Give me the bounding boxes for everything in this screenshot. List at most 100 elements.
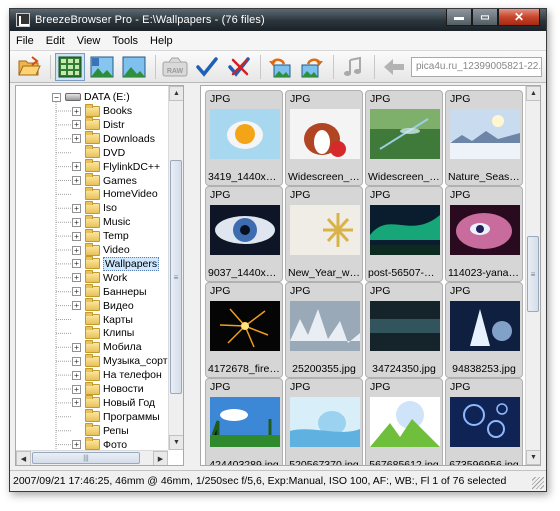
expand-icon[interactable]: + [72, 120, 81, 130]
tree-root-drive[interactable]: − DATA (E:) [52, 90, 130, 104]
menu-help[interactable]: Help [144, 35, 179, 47]
thumbnail-tile[interactable]: JPG 34724350.jpg [365, 282, 443, 378]
expand-icon[interactable]: + [72, 384, 81, 394]
thumbnail-tile[interactable]: JPG 114023-yana.jpg [445, 186, 523, 282]
thumbnail-grid-button[interactable] [55, 52, 85, 81]
thumbnail-tile[interactable]: JPG 520567370.jpg [285, 378, 363, 465]
tree-item[interactable]: + Новый Год [72, 395, 155, 410]
thumbnail-tile[interactable]: JPG 9037_1440x900 [205, 186, 283, 282]
tree-item[interactable]: + Books [72, 103, 132, 118]
expand-icon[interactable]: + [72, 398, 81, 408]
expand-icon[interactable]: + [72, 370, 81, 380]
thumbnail-tile[interactable]: JPG New_Year_wall... [285, 186, 363, 282]
expand-icon[interactable]: + [72, 162, 81, 172]
menu-view[interactable]: View [71, 35, 107, 47]
tree-item[interactable]: DVD [72, 145, 125, 160]
close-button[interactable]: ✕ [498, 9, 540, 26]
full-preview-button[interactable] [119, 53, 149, 81]
scroll-right-icon[interactable]: ▶ [153, 451, 168, 465]
tree-item[interactable]: Программы [72, 409, 160, 424]
tree-horizontal-scrollbar[interactable]: ◀ ||| ▶ [16, 450, 168, 465]
tree-item[interactable]: Карты [72, 312, 133, 327]
thumbnail-tile[interactable]: JPG 94838253.jpg [445, 282, 523, 378]
collapse-icon[interactable]: − [52, 92, 61, 102]
tree-scroll-thumb[interactable]: ≡ [170, 160, 182, 394]
expand-icon[interactable]: + [72, 245, 81, 255]
expand-icon[interactable]: + [72, 273, 81, 283]
tree-item[interactable]: + Downloads [72, 131, 155, 146]
thumbs-scroll-thumb[interactable]: ≡ [527, 236, 539, 312]
scroll-up-icon[interactable]: ▲ [526, 86, 540, 101]
thumbnail-tile[interactable]: JPG 25200355.jpg [285, 282, 363, 378]
menu-edit[interactable]: Edit [40, 35, 71, 47]
tree-item[interactable]: + Музыка_сорт [72, 353, 168, 368]
raw-button[interactable]: RAW [160, 53, 190, 81]
expand-icon[interactable]: + [72, 106, 81, 116]
tree-item[interactable]: HomeVideo [72, 186, 158, 201]
expand-icon[interactable]: + [72, 203, 81, 213]
tree-item[interactable]: + Music [72, 214, 130, 229]
thumbnail-tile[interactable]: JPG 4172678_firefly-... [205, 282, 283, 378]
expand-icon[interactable]: + [72, 301, 81, 311]
back-button[interactable] [379, 53, 409, 81]
title-bar[interactable]: BreezeBrowser Pro - E:\Wallpapers - (76 … [10, 9, 546, 31]
pane-splitter[interactable] [185, 85, 199, 466]
tree-item[interactable]: + Distr [72, 117, 125, 132]
unmark-button[interactable] [224, 53, 254, 81]
minimize-button[interactable]: ▬ [446, 9, 472, 26]
single-preview-button[interactable] [87, 53, 117, 81]
menu-tools[interactable]: Tools [106, 35, 144, 47]
menu-file[interactable]: File [10, 35, 40, 47]
thumbnail-tile[interactable]: JPG 3419_1440x900 [205, 90, 283, 186]
scroll-left-icon[interactable]: ◀ [16, 451, 31, 465]
maximize-button[interactable]: ▭ [472, 9, 498, 26]
thumbnail-format: JPG [370, 189, 391, 201]
expand-icon[interactable]: + [72, 217, 81, 227]
thumbnail-tile[interactable]: JPG 673596956.jpg [445, 378, 523, 465]
thumbnail-tile[interactable]: JPG 424403289.jpg [205, 378, 283, 465]
thumbnail-tile[interactable]: JPG Nature_Season... [445, 90, 523, 186]
tree-item[interactable]: + Games [72, 173, 137, 188]
tree-item[interactable]: + Work [72, 270, 127, 285]
tree-item[interactable]: + Видео [72, 298, 134, 313]
expand-icon[interactable]: + [72, 342, 81, 352]
tree-item[interactable]: + Temp [72, 228, 129, 243]
audio-button[interactable] [338, 53, 368, 81]
rotate-right-button[interactable] [297, 53, 327, 81]
mark-button[interactable] [192, 53, 222, 81]
thumbs-vertical-scrollbar[interactable]: ▲ ≡ ▼ [525, 86, 540, 465]
filename-field[interactable]: pica4u.ru_12399005821-22.jpg [411, 57, 542, 77]
tree-item[interactable]: + FlylinkDC++ [72, 159, 160, 174]
resize-grip-icon[interactable] [532, 477, 544, 489]
folder-icon [85, 131, 100, 145]
tree-item[interactable]: + Мобила [72, 339, 142, 354]
tree-vertical-scrollbar[interactable]: ▲ ≡ ▼ [168, 86, 183, 450]
scroll-down-icon[interactable]: ▼ [169, 435, 183, 450]
thumbnail-tile[interactable]: JPG Widescreen_Dr... [365, 90, 443, 186]
rotate-left-button[interactable] [265, 53, 295, 81]
expand-icon[interactable]: + [72, 287, 81, 297]
tree-item[interactable]: + Новости [72, 381, 144, 396]
tree-hscroll-thumb[interactable]: ||| [32, 452, 140, 464]
thumbnail-tile[interactable]: JPG 567685612.jpg [365, 378, 443, 465]
tree-item[interactable]: + Video [72, 242, 130, 257]
expand-icon[interactable]: + [72, 259, 81, 269]
thumbnail-tile[interactable]: JPG post-56507-123... [365, 186, 443, 282]
open-folder-button[interactable] [14, 53, 44, 81]
scroll-down-icon[interactable]: ▼ [526, 450, 540, 465]
status-text: 2007/09/21 17:46:25, 46mm @ 46mm, 1/250s… [13, 475, 507, 487]
thumbnail-format: JPG [210, 285, 231, 297]
expand-icon[interactable]: + [72, 356, 81, 366]
tree-item[interactable]: + На телефон [72, 367, 162, 382]
scroll-up-icon[interactable]: ▲ [169, 86, 183, 101]
expand-icon[interactable]: + [72, 440, 81, 450]
tree-item[interactable]: Клипы [72, 325, 134, 340]
expand-icon[interactable]: + [72, 231, 81, 241]
tree-item[interactable]: + Баннеры [72, 284, 147, 299]
tree-item[interactable]: + Iso [72, 200, 117, 215]
expand-icon[interactable]: + [72, 134, 81, 144]
thumbnail-tile[interactable]: JPG Widescreen_W... [285, 90, 363, 186]
tree-item[interactable]: Репы [72, 423, 129, 438]
expand-icon[interactable]: + [72, 176, 81, 185]
tree-item[interactable]: + Wallpapers [72, 256, 160, 271]
